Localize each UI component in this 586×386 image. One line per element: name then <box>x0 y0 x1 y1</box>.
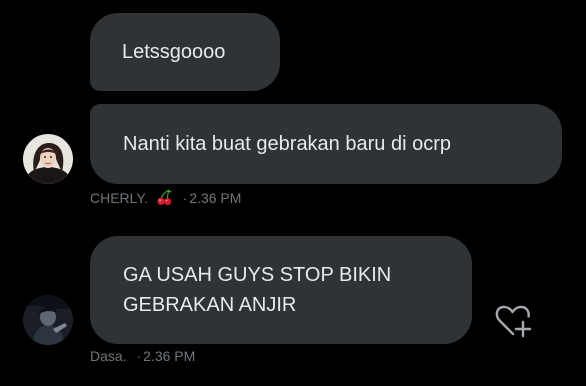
author-name[interactable]: Dasa. <box>90 348 127 364</box>
cherry-emoji-icon <box>156 189 173 209</box>
message-meta: CHERLY. · 2.36 PM <box>90 189 241 209</box>
message-text-line: GEBRAKAN ANJIR <box>123 294 297 316</box>
message-text-line: GA USAH GUYS STOP BIKIN <box>123 264 392 286</box>
avatar[interactable] <box>23 134 73 184</box>
meta-separator: · <box>136 348 142 364</box>
author-name[interactable]: CHERLY. <box>90 190 148 206</box>
message-text: Nanti kita buat gebrakan baru di ocrp <box>123 133 451 155</box>
heart-plus-icon <box>495 305 532 338</box>
message-text: Letssgoooo <box>122 41 226 63</box>
message-bubble[interactable]: GA USAH GUYS STOP BIKIN GEBRAKAN ANJIR <box>90 236 472 344</box>
message-meta: Dasa. · 2.36 PM <box>90 348 195 364</box>
avatar[interactable] <box>23 295 73 345</box>
timestamp: 2.36 PM <box>189 190 242 206</box>
meta-separator: · <box>182 190 188 206</box>
timestamp: 2.36 PM <box>143 348 196 364</box>
add-reaction-button[interactable] <box>492 301 534 339</box>
message-bubble[interactable]: Letssgoooo <box>90 13 280 91</box>
message-bubble[interactable]: Nanti kita buat gebrakan baru di ocrp <box>90 104 562 184</box>
